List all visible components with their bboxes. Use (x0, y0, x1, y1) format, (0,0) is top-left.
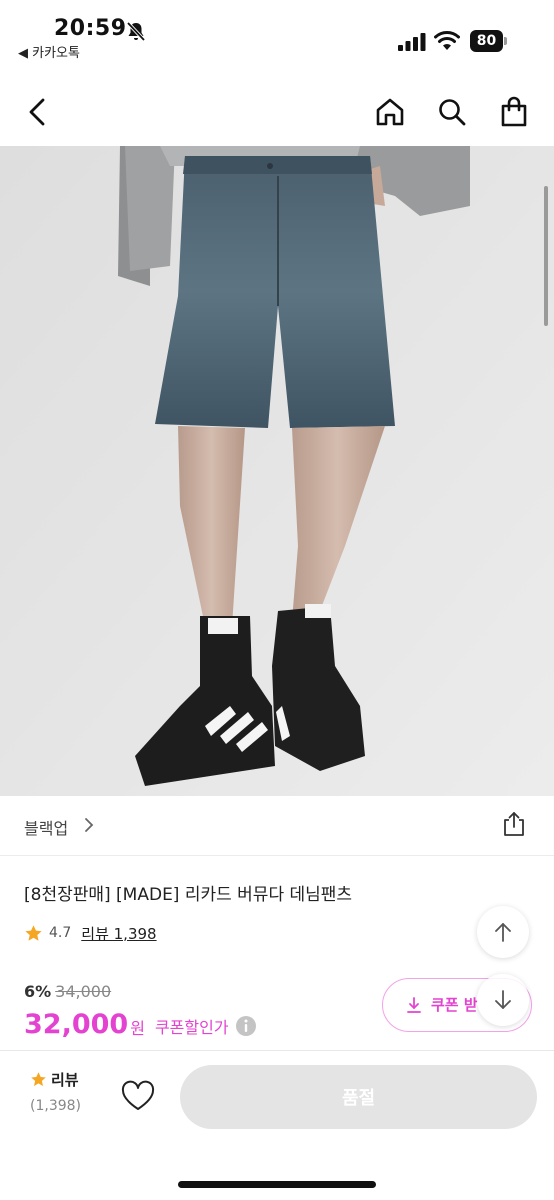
share-icon[interactable] (500, 810, 528, 838)
discount-rate: 6% (24, 982, 52, 1001)
bottom-action-bar: 리뷰 (1,398) 품절 (0, 1050, 554, 1200)
shopping-bag-icon (501, 96, 527, 127)
wifi-icon (434, 31, 460, 50)
signal-icon (398, 33, 426, 51)
scroll-top-button[interactable] (477, 906, 529, 958)
top-navigation (0, 78, 554, 146)
discount-row: 6% 34,000 (24, 982, 111, 1004)
rating-value: 4.7 (49, 925, 72, 941)
coupon-button-label: 쿠폰 받 (431, 996, 478, 1014)
status-bar: 20:59 ◀ 카카오톡 80 (0, 0, 554, 70)
search-button[interactable] (432, 92, 472, 132)
home-button[interactable] (370, 92, 410, 132)
info-icon[interactable] (235, 1015, 257, 1037)
back-button[interactable] (18, 92, 58, 132)
arrow-up-icon (495, 923, 511, 942)
review-link[interactable]: 리뷰 1,398 (81, 923, 156, 944)
download-icon (407, 996, 421, 1013)
original-price: 34,000 (55, 982, 112, 1001)
review-count: (1,398) (30, 1098, 82, 1114)
cart-button[interactable] (494, 92, 534, 132)
bell-off-icon (126, 21, 146, 42)
review-summary-button[interactable]: 리뷰 (1,398) (20, 1069, 100, 1114)
currency-label: 원 (130, 1019, 145, 1038)
product-title: [8천장판매] [MADE] 리카드 버뮤다 데님팬츠 (24, 885, 353, 905)
star-icon (25, 924, 42, 941)
brand-row[interactable]: 블랙업 (0, 796, 554, 856)
home-indicator (178, 1181, 376, 1188)
heart-icon[interactable] (120, 1079, 156, 1115)
review-label: 리뷰 (51, 1071, 79, 1089)
coupon-price-label: 쿠폰할인가 (154, 1018, 229, 1037)
brand-name[interactable]: 블랙업 (24, 815, 68, 839)
status-time: 20:59 (54, 16, 127, 41)
chevron-right-icon (85, 818, 94, 832)
product-photo (0, 146, 554, 796)
product-image[interactable] (0, 146, 554, 796)
price-row: 32,000 원 쿠폰할인가 (24, 1006, 257, 1042)
battery-icon: 80 (470, 30, 508, 52)
search-icon (439, 99, 466, 126)
home-icon (376, 98, 404, 126)
sale-price: 32,000 (24, 1008, 129, 1040)
rating-row: 4.7 리뷰 1,398 (24, 922, 157, 944)
back-to-app-link[interactable]: ◀ 카카오톡 (18, 42, 80, 61)
battery-level: 80 (470, 30, 503, 52)
arrow-down-icon (495, 990, 511, 1009)
scroll-indicator (544, 186, 548, 326)
chevron-left-icon (29, 98, 45, 126)
scroll-bottom-button[interactable] (477, 974, 529, 1026)
star-icon (31, 1072, 46, 1086)
soldout-button[interactable]: 품절 (180, 1065, 537, 1129)
